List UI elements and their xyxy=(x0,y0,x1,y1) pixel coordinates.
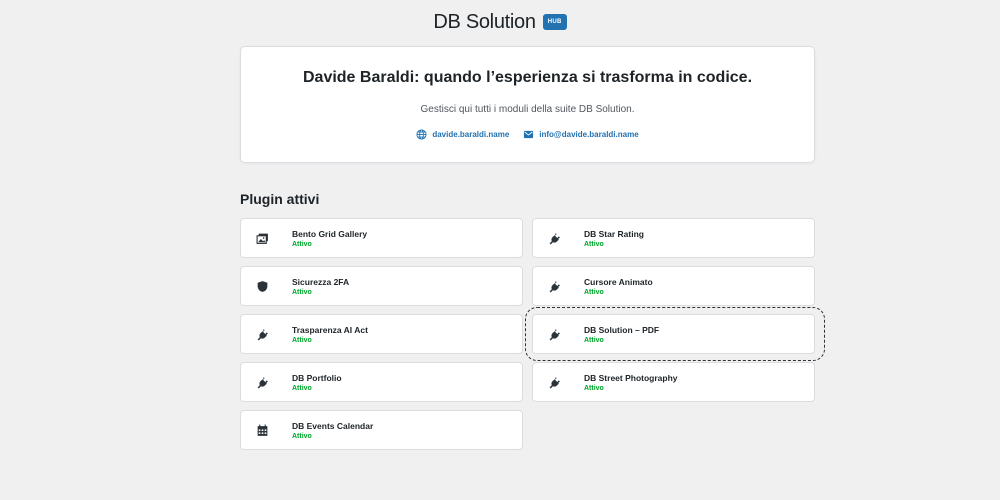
plugin-card-db-portfolio[interactable]: DB Portfolio Attivo xyxy=(240,362,523,402)
plugin-status: Attivo xyxy=(584,336,604,344)
plugin-name: DB Solution – PDF xyxy=(584,324,660,335)
plugin-icon xyxy=(547,231,561,245)
plugin-status: Attivo xyxy=(292,384,312,392)
header: DB Solution HUB xyxy=(0,8,1000,36)
hero-subtitle: Gestisci qui tutti i moduli della suite … xyxy=(420,104,635,115)
hero-card: Davide Baraldi: quando l’esperienza si t… xyxy=(240,46,815,163)
plugin-status: Attivo xyxy=(584,240,604,248)
plugin-name: DB Street Photography xyxy=(584,372,678,383)
plugin-icon xyxy=(547,279,561,293)
plugin-status: Attivo xyxy=(292,336,312,344)
plugin-card-db-events-calendar[interactable]: DB Events Calendar Attivo xyxy=(240,410,523,450)
plugin-card-sicurezza-2fa[interactable]: Sicurezza 2FA Attivo xyxy=(240,266,523,306)
plugin-name: DB Events Calendar xyxy=(292,420,374,431)
mail-icon xyxy=(524,130,534,139)
plugin-name: DB Portfolio xyxy=(292,372,342,383)
shield-icon xyxy=(255,279,269,293)
section-title: Plugin attivi xyxy=(240,191,320,207)
email-link[interactable]: info@davide.baraldi.name xyxy=(523,129,639,140)
hero-links: davide.baraldi.name info@davide.baraldi.… xyxy=(241,129,814,140)
plugin-status: Attivo xyxy=(292,432,312,440)
calendar-icon xyxy=(255,423,269,437)
plugin-card-db-solution-pdf[interactable]: DB Solution – PDF Attivo xyxy=(525,307,825,361)
plugin-icon xyxy=(255,327,269,341)
plugin-card-db-street-photography[interactable]: DB Street Photography Attivo xyxy=(532,362,815,402)
plugin-card-db-star-rating[interactable]: DB Star Rating Attivo xyxy=(532,218,815,258)
website-link[interactable]: davide.baraldi.name xyxy=(416,129,509,140)
plugin-status: Attivo xyxy=(292,288,312,296)
globe-icon xyxy=(416,129,427,140)
plugin-name: DB Star Rating xyxy=(584,228,644,239)
plugin-card-cursore-animato[interactable]: Cursore Animato Attivo xyxy=(532,266,815,306)
plugin-icon xyxy=(547,327,561,341)
brand-title: DB Solution xyxy=(433,10,536,33)
plugin-name: Cursore Animato xyxy=(584,276,653,287)
plugin-card-bento-grid-gallery[interactable]: Bento Grid Gallery Attivo xyxy=(240,218,523,258)
plugin-icon xyxy=(255,375,269,389)
plugin-name: Trasparenza AI Act xyxy=(292,324,368,335)
email-link-label: info@davide.baraldi.name xyxy=(539,130,639,139)
plugin-status: Attivo xyxy=(584,288,604,296)
plugin-name: Bento Grid Gallery xyxy=(292,228,368,239)
hero-title: Davide Baraldi: quando l’esperienza si t… xyxy=(302,69,753,86)
plugin-grid: Bento Grid Gallery Attivo DB Star Rating… xyxy=(240,218,825,450)
hub-badge: HUB xyxy=(542,14,567,30)
plugin-name: Sicurezza 2FA xyxy=(292,276,350,287)
plugin-card-trasparenza-ai-act[interactable]: Trasparenza AI Act Attivo xyxy=(240,314,523,354)
website-link-label: davide.baraldi.name xyxy=(432,130,510,139)
plugin-icon xyxy=(547,375,561,389)
plugin-status: Attivo xyxy=(292,240,312,248)
plugin-status: Attivo xyxy=(584,384,604,392)
gallery-icon xyxy=(255,231,269,245)
